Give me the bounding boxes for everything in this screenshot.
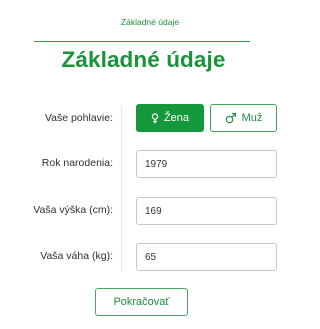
gender-female-label: Žena bbox=[163, 112, 190, 124]
page-title: Základné údaje bbox=[61, 47, 226, 72]
gender-label: Vaše pohlavie: bbox=[44, 112, 113, 124]
continue-button[interactable]: Pokračovať bbox=[95, 288, 188, 316]
height-label: Vaša výška (cm): bbox=[33, 204, 113, 216]
male-symbol-icon bbox=[225, 112, 236, 124]
gender-male-button[interactable]: Muž bbox=[210, 104, 277, 132]
height-field[interactable] bbox=[136, 197, 277, 225]
gender-female-button[interactable]: Žena bbox=[136, 104, 204, 132]
weight-label: Vaša váha (kg): bbox=[40, 250, 113, 262]
female-symbol-icon bbox=[151, 112, 159, 123]
birth-year-label: Rok narodenia: bbox=[41, 157, 113, 169]
weight-field[interactable] bbox=[136, 243, 277, 271]
form-divider bbox=[121, 106, 122, 272]
step-label: Základné údaje bbox=[120, 17, 180, 27]
birth-year-field[interactable] bbox=[136, 150, 277, 178]
gender-male-label: Muž bbox=[241, 112, 263, 124]
divider bbox=[34, 41, 250, 42]
